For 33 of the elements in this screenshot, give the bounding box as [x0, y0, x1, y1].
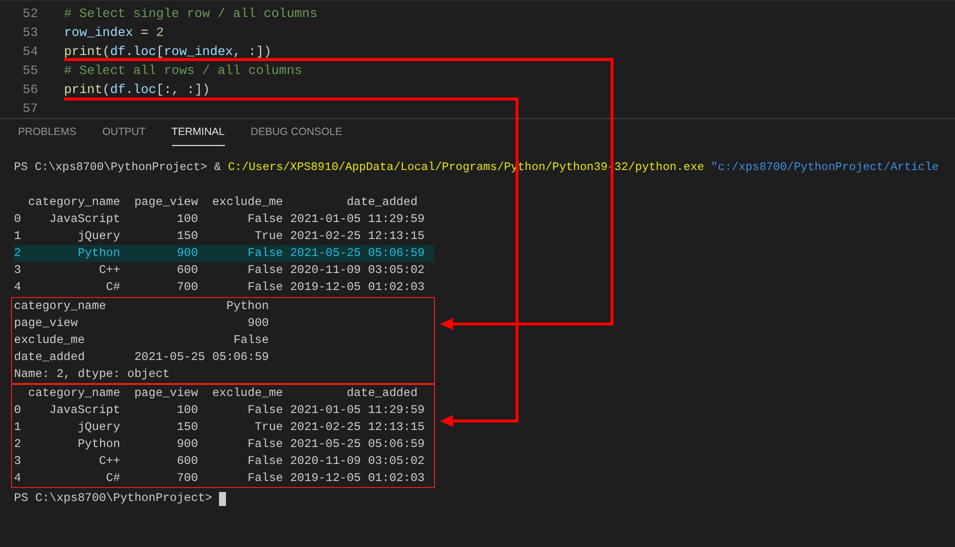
panel-tab[interactable]: TERMINAL: [172, 119, 225, 146]
code-line: row_index = 2: [64, 24, 164, 42]
line-number: 54: [22, 43, 38, 61]
output-line: category_name Python: [14, 298, 270, 315]
output-line: date_added 2021-05-25 05:06:59: [14, 349, 270, 366]
output-line: 1 jQuery 150 True 2021-02-25 12:13:15: [14, 419, 426, 436]
line-number: 57: [22, 100, 38, 118]
line-number: 52: [22, 5, 38, 23]
output-line: page_view 900: [14, 315, 270, 332]
output-line: 0 JavaScript 100 False 2021-01-05 11:29:59: [14, 402, 426, 419]
output-line: 1 jQuery 150 True 2021-02-25 12:13:15: [14, 228, 426, 245]
output-line: category_name page_view exclude_me date_added: [27, 194, 419, 211]
output-line: 3 C++ 600 False 2020-11-09 03:05:02: [14, 262, 426, 279]
line-number: 53: [22, 24, 38, 42]
text-cursor: [219, 492, 226, 506]
code-line: # Select single row / all columns: [64, 5, 318, 23]
panel-tab[interactable]: PROBLEMS: [18, 119, 76, 146]
code-line: print(df.loc[:, :]): [64, 81, 210, 99]
panel-tab[interactable]: OUTPUT: [102, 119, 146, 146]
output-line: Name: 2, dtype: object: [14, 366, 171, 383]
output-line: 0 JavaScript 100 False 2021-01-05 11:29:59: [14, 211, 426, 228]
line-number: 55: [22, 62, 38, 80]
output-line: 2 Python 900 False 2021-05-25 05:06:59: [14, 436, 426, 453]
output-line: 3 C++ 600 False 2020-11-09 03:05:02: [14, 453, 426, 470]
code-line: print(df.loc[row_index, :]): [64, 43, 272, 61]
line-number: 56: [22, 81, 38, 99]
panel-tab[interactable]: DEBUG CONSOLE: [250, 119, 342, 146]
output-line: 4 C# 700 False 2019-12-05 01:02:03: [14, 470, 426, 487]
output-line: 4 C# 700 False 2019-12-05 01:02:03: [14, 279, 426, 296]
output-line: category_name page_view exclude_me date_added: [27, 385, 419, 402]
terminal-prompt: PS C:\xps8700\PythonProject>: [14, 490, 212, 507]
code-line: # Select all rows / all columns: [64, 62, 302, 80]
output-line: exclude_me False: [14, 332, 270, 349]
